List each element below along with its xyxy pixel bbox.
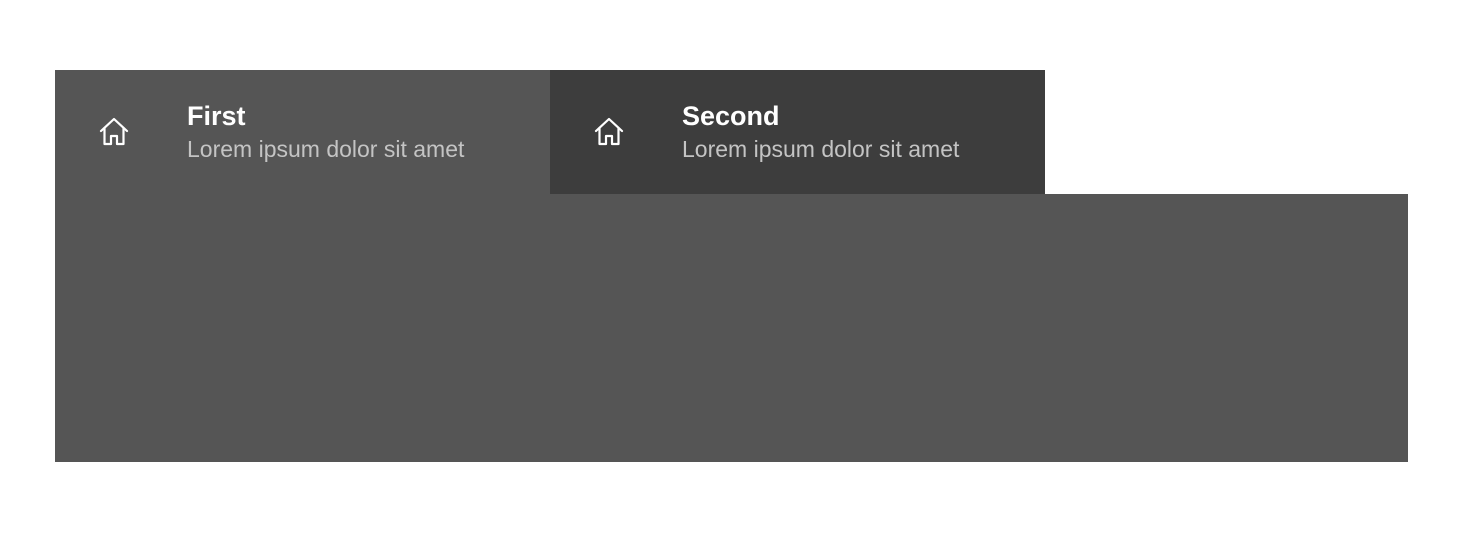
tab-panel xyxy=(55,194,1408,462)
tab-title: Second xyxy=(682,101,780,131)
tab-text: Second Lorem ipsum dolor sit amet xyxy=(682,100,959,166)
tab-subtitle: Lorem ipsum dolor sit amet xyxy=(187,136,465,162)
tab-text: First Lorem ipsum dolor sit amet xyxy=(187,100,464,166)
home-icon xyxy=(592,115,626,149)
home-icon xyxy=(97,115,131,149)
tab-strip: First Lorem ipsum dolor sit amet Second … xyxy=(55,70,1408,194)
tab-second[interactable]: Second Lorem ipsum dolor sit amet xyxy=(550,70,1045,194)
tab-title: First xyxy=(187,101,246,131)
tabs-widget: First Lorem ipsum dolor sit amet Second … xyxy=(55,70,1408,462)
tab-first[interactable]: First Lorem ipsum dolor sit amet xyxy=(55,70,550,194)
tab-subtitle: Lorem ipsum dolor sit amet xyxy=(682,136,960,162)
